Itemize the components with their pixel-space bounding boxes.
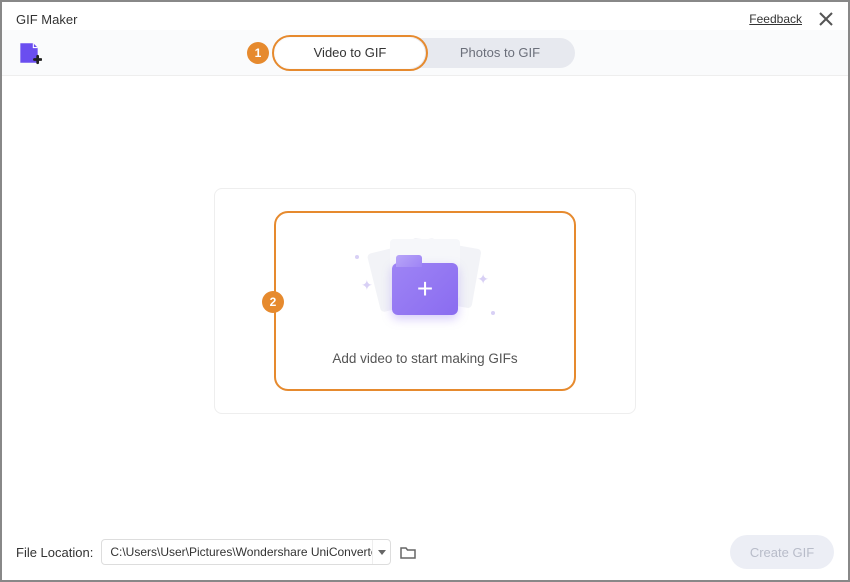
folder-illustration: ✦✦ + bbox=[355, 237, 495, 327]
app-logo-icon bbox=[16, 40, 42, 66]
file-location-label: File Location: bbox=[16, 545, 93, 560]
add-video-dropzone[interactable]: 2 ✦✦ + Add video to start making GIFs bbox=[286, 221, 564, 381]
close-icon[interactable] bbox=[818, 11, 834, 27]
file-location-group: File Location: C:\Users\User\Pictures\Wo… bbox=[16, 539, 417, 565]
footer: File Location: C:\Users\User\Pictures\Wo… bbox=[2, 524, 848, 580]
window-title: GIF Maker bbox=[16, 12, 77, 27]
open-folder-icon[interactable] bbox=[399, 543, 417, 561]
folder-plus-icon: + bbox=[392, 263, 458, 315]
titlebar: GIF Maker Feedback bbox=[2, 2, 848, 30]
feedback-link[interactable]: Feedback bbox=[749, 12, 802, 26]
tab-video-to-gif[interactable]: Video to GIF 1 bbox=[275, 38, 425, 68]
header: Video to GIF 1 Photos to GIF bbox=[2, 30, 848, 76]
create-gif-label: Create GIF bbox=[750, 545, 814, 560]
tab-label: Photos to GIF bbox=[460, 45, 540, 60]
step-badge-2: 2 bbox=[262, 291, 284, 313]
step-badge-1: 1 bbox=[247, 42, 269, 64]
create-gif-button[interactable]: Create GIF bbox=[730, 535, 834, 569]
file-location-field[interactable]: C:\Users\User\Pictures\Wondershare UniCo… bbox=[101, 539, 391, 565]
tab-photos-to-gif[interactable]: Photos to GIF bbox=[425, 38, 575, 68]
dropzone-text: Add video to start making GIFs bbox=[332, 351, 517, 366]
drop-card: 2 ✦✦ + Add video to start making GIFs bbox=[214, 188, 636, 414]
main-area: 2 ✦✦ + Add video to start making GIFs bbox=[2, 78, 848, 524]
file-location-dropdown-icon[interactable] bbox=[372, 540, 390, 564]
tab-label: Video to GIF bbox=[314, 45, 387, 60]
mode-tabs: Video to GIF 1 Photos to GIF bbox=[275, 38, 575, 68]
titlebar-right: Feedback bbox=[749, 11, 834, 27]
file-location-path: C:\Users\User\Pictures\Wondershare UniCo… bbox=[102, 545, 372, 559]
